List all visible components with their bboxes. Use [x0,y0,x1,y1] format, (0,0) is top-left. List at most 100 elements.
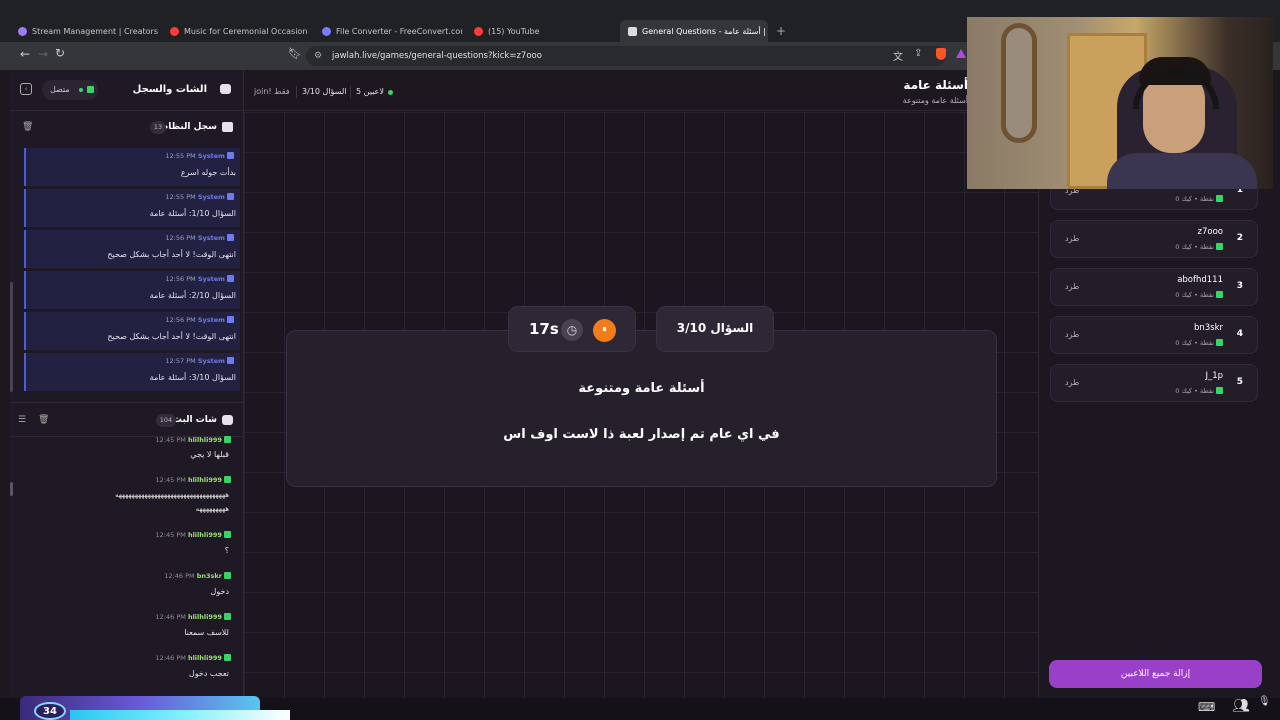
brave-rewards-icon[interactable] [956,49,966,58]
site-info-icon[interactable]: ⚙ [314,46,322,66]
tab-favicon-icon [628,26,637,36]
player-info: 0 نقطة • كيك [1175,291,1223,299]
message-text-continued: هههههههههه [195,505,230,513]
system-icon [227,193,234,200]
browser-tab-active[interactable]: General Questions - أسئلة عامة | ✕ [620,20,768,42]
chat-username[interactable]: hlilhli999 [188,531,222,539]
system-message: 12:56 PM System السؤال 2/10: أسئلة عامة [24,271,240,309]
kick-logo-icon [1216,195,1223,202]
filter-icon[interactable]: ☰ [18,415,26,425]
stream-chat-count: 104 [156,414,176,427]
microphone-icon[interactable]: 🎙︎ [1258,696,1271,707]
player-platform: كيك [1181,387,1193,395]
status-label: متصل [50,85,70,94]
tab-label: Music for Ceremonial Occasion Roya [184,26,310,36]
youtube-icon [474,26,483,36]
translate-icon[interactable]: 文 [893,48,903,63]
chat-username[interactable]: hlilhli999 [188,654,222,662]
message-text: ههههههههههههههههههههههههههههههههههه [115,491,229,499]
chat-username[interactable]: hlilhli999 [188,613,222,621]
pause-button[interactable]: ⏸︎ [593,319,616,342]
system-message: 12:55 PM System السؤال 1/10: أسئلة عامة [24,189,240,227]
new-tab-icon[interactable]: + [776,24,786,38]
trash-icon[interactable]: 🗑︎ [22,122,33,132]
youtube-icon [170,26,179,36]
reload-icon[interactable]: ↻ [55,46,65,60]
kick-logo-icon [1216,339,1223,346]
chat-username[interactable]: bn3skr [197,572,222,580]
share-icon[interactable]: ⇪ [914,48,922,59]
tab-favicon-icon [322,26,331,36]
browser-tab[interactable]: Music for Ceremonial Occasion Roya [170,21,310,41]
kick-player-button[interactable]: طرد [1065,282,1079,291]
player-points: 0 نقطة [1175,387,1214,395]
message-text: تعجب دخول [188,669,229,678]
message-time: 12:57 PM [165,357,196,365]
player-points: 0 نقطة [1175,243,1214,251]
browser-tab[interactable]: File Converter - FreeConvert.com [322,21,462,41]
tab-label: General Questions - أسئلة عامة | [642,26,766,36]
kick-logo-icon [224,654,231,661]
question-number: السؤال 3/10 [676,321,754,335]
browser-tab[interactable]: Stream Management | Creators [18,21,158,41]
kick-logo-icon [1216,387,1223,394]
url-input[interactable]: ⚙ jawlah.live/games/general-questions?ki… [306,46,946,66]
kick-player-button[interactable]: طرد [1065,330,1079,339]
connection-status-badge: متصل [42,80,98,100]
question-card: أسئلة عامة ومتنوعة في اي عام تم إصدار لع… [286,330,997,487]
message-time: 12:46 PM [155,613,186,621]
remove-all-players-button[interactable]: إزالة جميع اللاعبين [1049,660,1262,688]
message-text: السؤال 1/10: أسئلة عامة [149,209,236,218]
scrollbar[interactable] [10,282,13,392]
player-row: 3 abofhd111 0 نقطة • كيك طرد [1050,268,1258,306]
brave-shield-icon[interactable] [936,48,946,60]
sidebar-title: الشات والسجل [132,84,207,95]
timer-value: 17s [529,320,559,338]
kick-player-button[interactable]: طرد [1065,378,1079,387]
online-dot-icon [388,90,393,95]
back-icon[interactable]: ← [20,47,30,61]
message-text: انتهى الوقت! لا أحد أجاب بشكل صحيح [107,332,236,341]
header-separator [244,110,1038,111]
scrollbar[interactable] [10,482,13,496]
chat-username[interactable]: hlilhli999 [188,436,222,444]
collapse-sidebar-icon[interactable]: ‹ [20,83,32,95]
level-badge: 34 [34,702,66,720]
player-info: 0 نقطة • كيك [1175,195,1223,203]
xp-progress-bar [70,710,290,720]
chat-username[interactable]: hlilhli999 [188,476,222,484]
message-time: 12:55 PM [165,152,196,160]
browser-tab[interactable]: (15) YouTube [474,21,594,41]
bookmark-icon[interactable]: 🔖︎ [288,47,302,60]
player-platform: كيك [1181,243,1193,251]
header-divider [296,86,297,98]
message-sender: System [197,275,225,283]
player-rank: 5 [1236,377,1243,387]
section-divider [10,402,244,403]
message-text: بدأت جوله اسرع [180,168,236,177]
people-icon[interactable]: 👥︎ [1232,698,1250,714]
message-time: 12:56 PM [165,316,196,324]
tab-label: (15) YouTube [488,26,540,36]
message-time: 12:55 PM [165,193,196,201]
message-time: 12:56 PM [165,275,196,283]
message-sender: System [197,193,225,201]
keyboard-icon[interactable]: ⌨ [1198,700,1215,714]
message-time: 12:45 PM [155,476,186,484]
message-text: دخول [210,587,229,596]
kick-logo-icon [1216,243,1223,250]
player-info: 0 نقطة • كيك [1175,339,1223,347]
kick-player-button[interactable]: طرد [1065,234,1079,243]
url-text: jawlah.live/games/general-questions?kick… [332,51,542,61]
question-text: في اي عام تم إصدار لعبة ذا لاست اوف اس [503,427,780,442]
message-time: 12:45 PM [155,436,186,444]
system-log-title: سجل النظام [161,122,217,132]
log-icon [222,122,233,132]
tab-label: File Converter - FreeConvert.com [336,26,462,36]
message-text: السؤال 3/10: أسئلة عامة [149,373,236,382]
section-divider [10,110,244,111]
player-row: 4 bn3skr 0 نقطة • كيك طرد [1050,316,1258,354]
forward-icon[interactable]: → [38,47,48,61]
trash-icon[interactable]: 🗑︎ [38,415,49,425]
system-icon [227,357,234,364]
